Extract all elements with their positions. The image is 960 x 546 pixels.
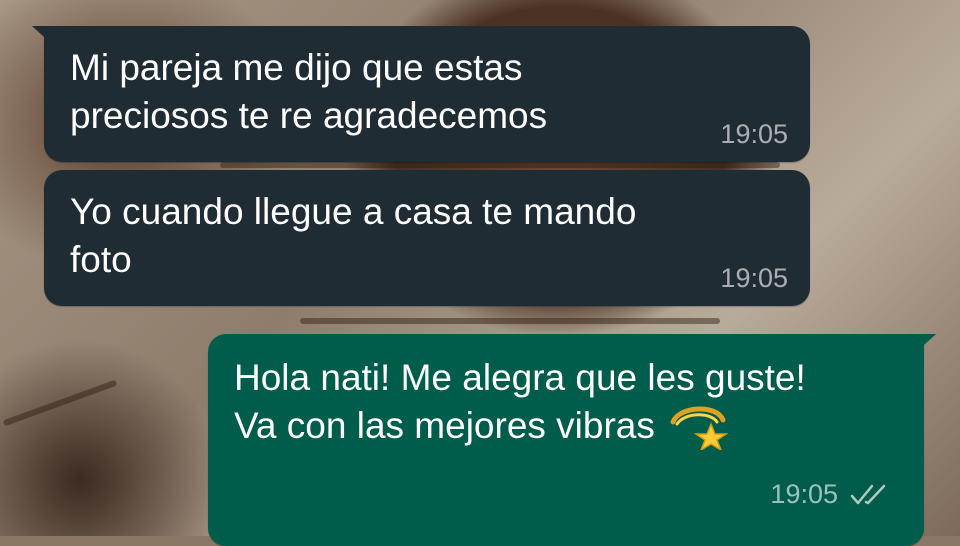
message-timestamp: 19:05 [770,479,838,509]
incoming-message-bubble[interactable]: Mi pareja me dijo que estas preciosos te… [32,26,810,162]
outgoing-message-bubble[interactable]: Hola nati! Me alegra que les guste! Va c… [208,334,936,546]
read-double-check-icon [850,484,886,505]
message-line: Hola nati! Me alegra que les guste! [234,357,806,398]
incoming-message-bubble[interactable]: Yo cuando llegue a casa te mando foto 19… [44,170,810,306]
message-line-with-emoji: Va con las mejores vibras [234,402,898,452]
message-timestamp: 19:05 [720,119,788,149]
wallpaper-detail [220,162,780,168]
message-text: Mi pareja me dijo que estas preciosos te… [70,47,548,136]
dizzy-star-emoji [665,402,729,452]
message-line: Va con las mejores vibras [234,405,655,446]
bubble-tail [914,334,936,354]
wallpaper-detail [300,318,720,324]
message-timestamp: 19:05 [720,263,788,293]
message-text: Hola nati! Me alegra que les guste! Va c… [234,354,898,452]
message-text: Yo cuando llegue a casa te mando foto [70,191,637,280]
bubble-tail [32,26,54,46]
wallpaper-detail [2,379,118,427]
